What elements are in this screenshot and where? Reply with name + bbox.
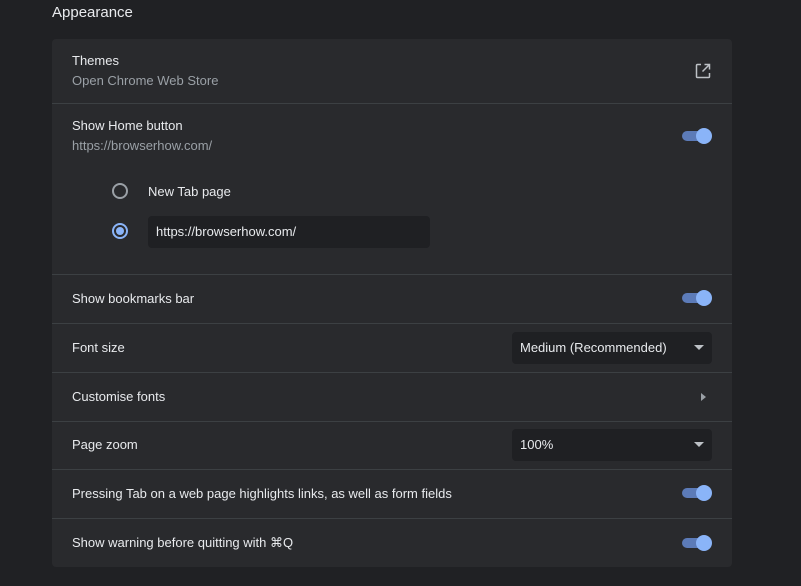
section-title: Appearance	[52, 4, 133, 21]
quit-warning-label: Show warning before quitting with ⌘Q	[72, 535, 294, 550]
tab-highlight-label: Pressing Tab on a web page highlights li…	[72, 486, 452, 501]
tab-highlight-toggle[interactable]	[680, 485, 712, 501]
toggle-knob	[696, 535, 712, 551]
themes-row[interactable]: Themes Open Chrome Web Store	[52, 39, 732, 103]
customise-fonts-label: Customise fonts	[72, 389, 166, 404]
home-button-label: Show Home button	[72, 118, 183, 133]
font-size-label: Font size	[72, 340, 125, 355]
font-size-row: Font size Medium (Recommended)	[52, 324, 732, 372]
page-zoom-row: Page zoom 100%	[52, 422, 732, 469]
open-in-new-icon[interactable]	[694, 62, 712, 80]
themes-label: Themes	[72, 53, 119, 68]
chevron-down-icon	[694, 345, 704, 350]
custom-url-radio[interactable]	[112, 223, 128, 239]
tab-highlight-row: Pressing Tab on a web page highlights li…	[52, 470, 732, 518]
toggle-knob	[696, 485, 712, 501]
new-tab-page-radio[interactable]	[112, 183, 128, 199]
page-zoom-select[interactable]: 100%	[512, 429, 712, 461]
quit-warning-row: Show warning before quitting with ⌘Q	[52, 519, 732, 567]
chevron-right-icon	[701, 393, 706, 401]
font-size-select[interactable]: Medium (Recommended)	[512, 332, 712, 364]
page-zoom-value: 100%	[520, 437, 554, 452]
themes-sublabel: Open Chrome Web Store	[72, 73, 219, 88]
custom-url-input[interactable]: https://browserhow.com/	[148, 216, 430, 248]
home-button-section: Show Home button https://browserhow.com/…	[52, 104, 732, 274]
appearance-card: Themes Open Chrome Web Store Show Home b…	[52, 39, 732, 567]
quit-warning-toggle[interactable]	[680, 535, 712, 551]
bookmarks-bar-toggle[interactable]	[680, 290, 712, 306]
settings-page: Appearance Themes Open Chrome Web Store …	[0, 0, 801, 586]
bookmarks-bar-label: Show bookmarks bar	[72, 291, 195, 306]
page-zoom-label: Page zoom	[72, 437, 138, 452]
toggle-knob	[696, 128, 712, 144]
new-tab-page-label[interactable]: New Tab page	[148, 184, 231, 199]
font-size-value: Medium (Recommended)	[520, 340, 667, 355]
radio-ring	[112, 183, 128, 199]
home-button-toggle[interactable]	[680, 128, 712, 144]
toggle-knob	[696, 290, 712, 306]
chevron-down-icon	[694, 442, 704, 447]
radio-dot	[116, 227, 124, 235]
bookmarks-bar-row: Show bookmarks bar	[52, 275, 732, 323]
home-button-sublabel: https://browserhow.com/	[72, 138, 213, 153]
customise-fonts-row[interactable]: Customise fonts	[52, 373, 732, 421]
